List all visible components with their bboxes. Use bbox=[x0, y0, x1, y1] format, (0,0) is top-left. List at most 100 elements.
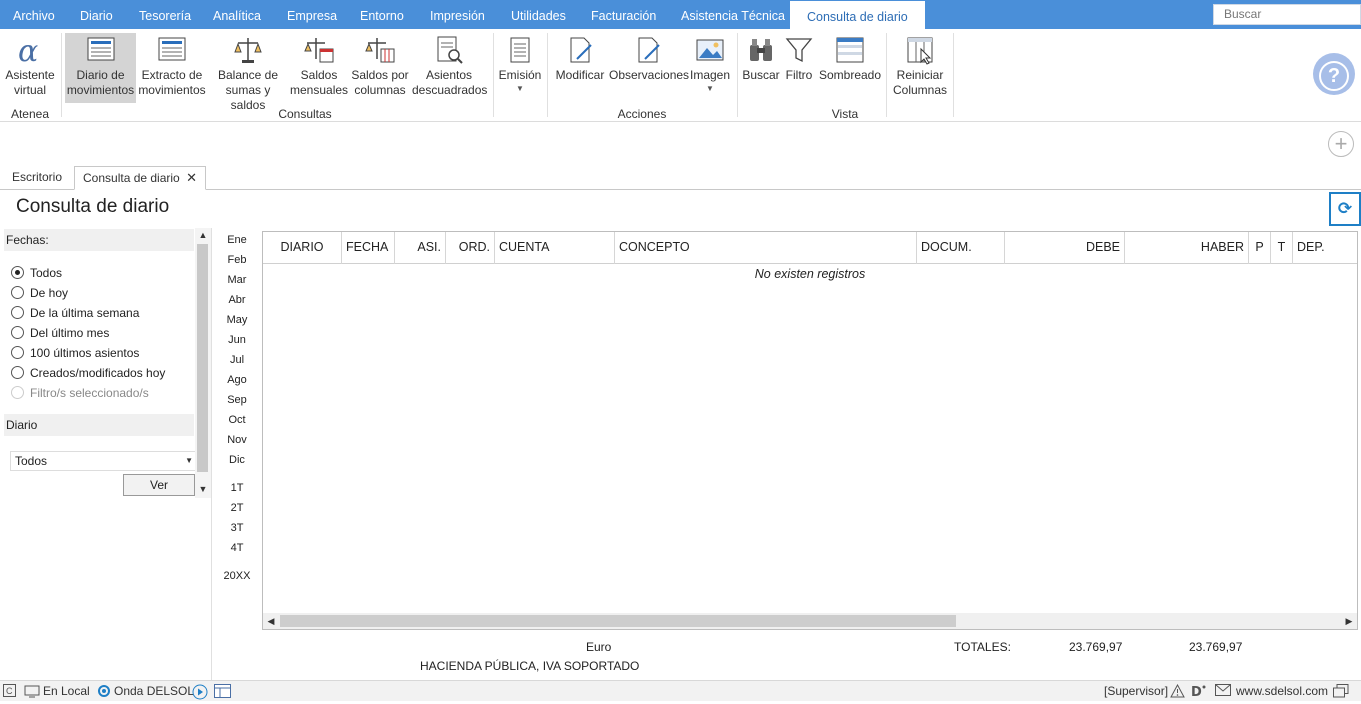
menu-entorno[interactable]: Entorno bbox=[360, 0, 404, 29]
asistente-virtual-button[interactable]: α Asistente virtual bbox=[3, 33, 57, 103]
filtro-button[interactable]: Filtro bbox=[782, 33, 816, 103]
quarter-2t[interactable]: 2T bbox=[222, 502, 252, 514]
menu-impresion[interactable]: Impresión bbox=[430, 0, 485, 29]
menu-diario[interactable]: Diario bbox=[80, 0, 113, 29]
month-dic[interactable]: Dic bbox=[222, 454, 252, 466]
col-concepto[interactable]: CONCEPTO bbox=[615, 232, 917, 264]
quarter-1t[interactable]: 1T bbox=[222, 482, 252, 494]
menu-utilidades[interactable]: Utilidades bbox=[511, 0, 566, 29]
col-debe[interactable]: DEBE bbox=[1005, 232, 1125, 264]
month-feb[interactable]: Feb bbox=[222, 254, 252, 266]
saldos-mensuales-button[interactable]: Saldos mensuales bbox=[290, 33, 348, 103]
tab-escritorio[interactable]: Escritorio bbox=[4, 166, 70, 190]
imagen-button[interactable]: Imagen ▼ bbox=[689, 33, 731, 103]
local-indicator: En Local bbox=[24, 684, 90, 699]
emision-button[interactable]: Emisión ▼ bbox=[497, 33, 543, 103]
col-fecha[interactable]: FECHA bbox=[342, 232, 395, 264]
menu-consulta-de-diario[interactable]: Consulta de diario bbox=[790, 1, 925, 29]
mail-icon[interactable] bbox=[1215, 684, 1231, 700]
total-haber: 23.769,97 bbox=[1189, 640, 1243, 654]
filter-scrollbar[interactable]: ▲ ▼ bbox=[195, 228, 211, 498]
diario-select[interactable]: Todos ▼ bbox=[10, 451, 196, 471]
sombreado-button[interactable]: Sombreado bbox=[818, 33, 882, 103]
extracto-de-movimientos-button[interactable]: Extracto de movimientos bbox=[138, 33, 206, 103]
group-vista: Vista bbox=[831, 107, 859, 121]
col-p[interactable]: P bbox=[1249, 232, 1271, 264]
website-link[interactable]: www.sdelsol.com bbox=[1236, 684, 1328, 699]
radio-ultimo-mes[interactable]: Del último mes bbox=[11, 324, 109, 342]
menu-analitica[interactable]: Analítica bbox=[213, 0, 261, 29]
close-icon[interactable]: ✕ bbox=[186, 170, 197, 185]
reiniciar-columnas-button[interactable]: Reiniciar Columnas bbox=[890, 33, 950, 103]
scrollbar-thumb[interactable] bbox=[197, 244, 208, 472]
col-dep[interactable]: DEP. bbox=[1293, 232, 1357, 264]
svg-text:D: D bbox=[1191, 685, 1202, 698]
radio-de-hoy[interactable]: De hoy bbox=[11, 284, 68, 302]
d-logo-icon[interactable]: D bbox=[1191, 684, 1207, 702]
radio-icon bbox=[11, 286, 24, 299]
ribbon-separator bbox=[737, 33, 738, 117]
observaciones-button[interactable]: Observaciones bbox=[609, 33, 689, 103]
month-ene[interactable]: Ene bbox=[222, 234, 252, 246]
chevron-up-icon[interactable]: ▲ bbox=[195, 230, 211, 240]
menu-tesoreria[interactable]: Tesorería bbox=[139, 0, 191, 29]
col-docum[interactable]: DOCUM. bbox=[917, 232, 1005, 264]
radio-todos[interactable]: Todos bbox=[11, 264, 62, 282]
month-oct[interactable]: Oct bbox=[222, 414, 252, 426]
imagen-label: Imagen bbox=[689, 68, 731, 82]
play-icon[interactable] bbox=[192, 684, 208, 704]
saldos-por-columnas-button[interactable]: Saldos por columnas bbox=[350, 33, 410, 103]
asientos-descuadrados-button[interactable]: Asientos descuadrados bbox=[412, 33, 487, 103]
add-tab-icon[interactable]: + bbox=[1328, 131, 1354, 157]
month-nov[interactable]: Nov bbox=[222, 434, 252, 446]
col-asi[interactable]: ASI. bbox=[395, 232, 446, 264]
tab-consulta-label: Consulta de diario bbox=[83, 171, 180, 185]
group-consultas: Consultas bbox=[278, 107, 332, 121]
col-t[interactable]: T bbox=[1271, 232, 1293, 264]
grid-horizontal-scrollbar[interactable]: ◀ ▶ bbox=[263, 613, 1357, 629]
col-haber[interactable]: HABER bbox=[1125, 232, 1249, 264]
month-ago[interactable]: Ago bbox=[222, 374, 252, 386]
year-selector[interactable]: 20XX bbox=[220, 570, 254, 582]
tab-consulta-de-diario[interactable]: Consulta de diario ✕ bbox=[74, 166, 206, 190]
asientos-label-1: Asientos bbox=[425, 68, 473, 82]
modificar-button[interactable]: Modificar bbox=[553, 33, 607, 103]
menu-archivo[interactable]: Archivo bbox=[13, 0, 55, 29]
month-abr[interactable]: Abr bbox=[222, 294, 252, 306]
month-jul[interactable]: Jul bbox=[222, 354, 252, 366]
col-diario[interactable]: DIARIO bbox=[263, 232, 342, 264]
quarter-4t[interactable]: 4T bbox=[222, 542, 252, 554]
menu-facturacion[interactable]: Facturación bbox=[591, 0, 656, 29]
col-ord[interactable]: ORD. bbox=[446, 232, 495, 264]
onda-delsol[interactable]: Onda DELSOL bbox=[97, 684, 194, 699]
menu-empresa[interactable]: Empresa bbox=[287, 0, 337, 29]
window-icon[interactable] bbox=[1333, 684, 1349, 702]
radio-creados-modificados[interactable]: Creados/modificados hoy bbox=[11, 364, 165, 382]
onda-icon bbox=[98, 685, 110, 697]
month-mar[interactable]: Mar bbox=[222, 274, 252, 286]
search-input[interactable]: Buscar bbox=[1213, 4, 1361, 25]
menu-asistencia-tecnica[interactable]: Asistencia Técnica bbox=[681, 0, 785, 29]
radio-100-ultimos[interactable]: 100 últimos asientos bbox=[11, 344, 139, 362]
quarter-3t[interactable]: 3T bbox=[222, 522, 252, 534]
month-sep[interactable]: Sep bbox=[222, 394, 252, 406]
reset-columns-icon bbox=[907, 37, 933, 65]
month-may[interactable]: May bbox=[222, 314, 252, 326]
ribbon: α Asistente virtual Atenea Diario de mov… bbox=[0, 29, 1361, 122]
diario-de-movimientos-button[interactable]: Diario de movimientos bbox=[65, 33, 136, 103]
radio-ultima-semana[interactable]: De la última semana bbox=[11, 304, 139, 322]
print-document-icon bbox=[510, 37, 530, 63]
chevron-left-icon[interactable]: ◀ bbox=[263, 613, 279, 629]
month-jun[interactable]: Jun bbox=[222, 334, 252, 346]
chevron-down-icon[interactable]: ▼ bbox=[195, 484, 211, 494]
calculator-icon[interactable] bbox=[214, 684, 231, 702]
warning-icon[interactable] bbox=[1170, 683, 1185, 702]
ver-button[interactable]: Ver bbox=[123, 474, 195, 496]
chevron-right-icon[interactable]: ▶ bbox=[1341, 613, 1357, 629]
balance-sumas-saldos-button[interactable]: Balance de sumas y saldos bbox=[208, 33, 288, 112]
refresh-icon[interactable]: ⟳ bbox=[1329, 192, 1361, 226]
col-cuenta[interactable]: CUENTA bbox=[495, 232, 615, 264]
help-icon[interactable]: ? bbox=[1313, 53, 1355, 95]
buscar-button[interactable]: Buscar bbox=[741, 33, 781, 103]
scrollbar-thumb[interactable] bbox=[280, 615, 956, 627]
